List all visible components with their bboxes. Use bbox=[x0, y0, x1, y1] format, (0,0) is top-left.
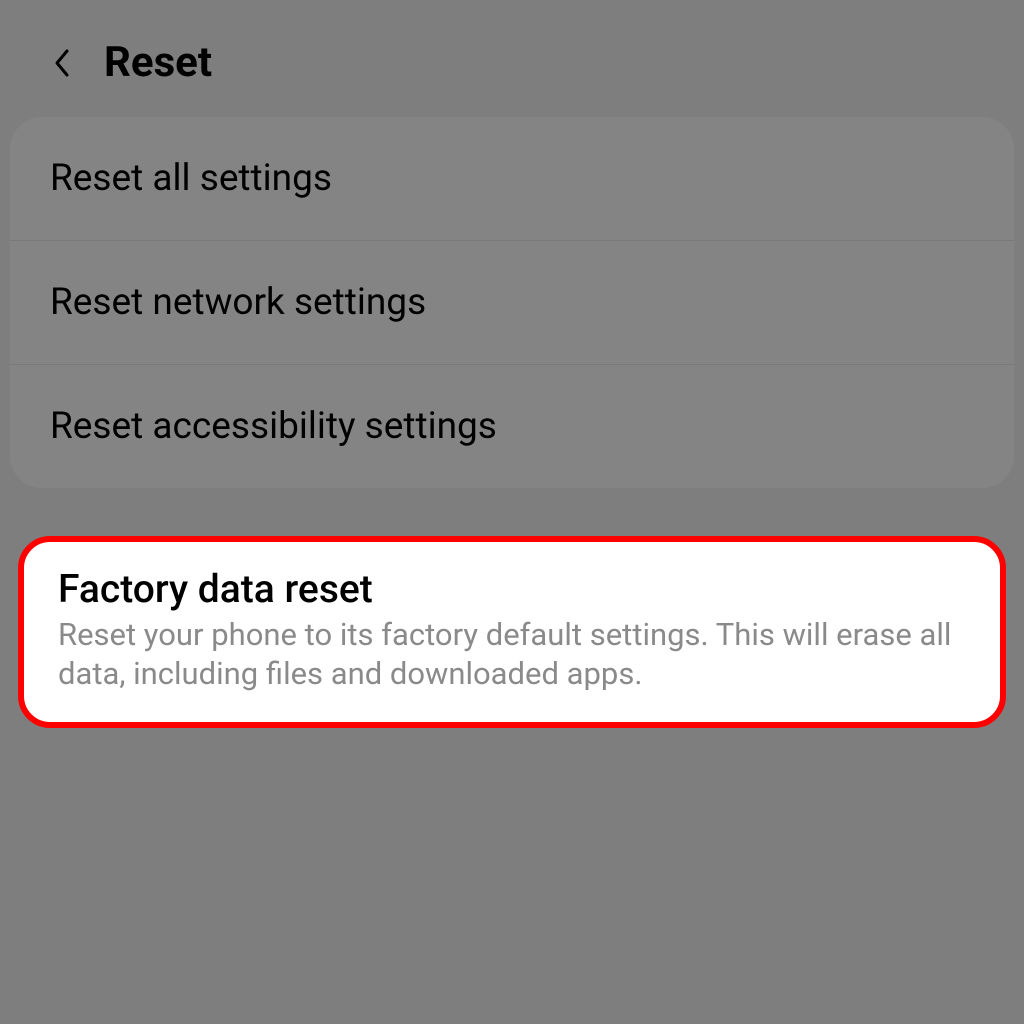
reset-all-settings-item[interactable]: Reset all settings bbox=[10, 117, 1014, 241]
list-item-label: Reset network settings bbox=[50, 281, 974, 324]
chevron-left-icon bbox=[53, 48, 71, 78]
factory-data-reset-item[interactable]: Factory data reset Reset your phone to i… bbox=[18, 536, 1006, 728]
reset-accessibility-settings-item[interactable]: Reset accessibility settings bbox=[10, 365, 1014, 488]
factory-reset-title: Factory data reset bbox=[58, 566, 966, 612]
reset-network-settings-item[interactable]: Reset network settings bbox=[10, 241, 1014, 365]
factory-reset-description: Reset your phone to its factory default … bbox=[58, 616, 966, 694]
header-bar: Reset bbox=[0, 0, 1024, 117]
list-item-label: Reset accessibility settings bbox=[50, 405, 974, 448]
list-item-label: Reset all settings bbox=[50, 157, 974, 200]
reset-options-group: Reset all settings Reset network setting… bbox=[10, 117, 1014, 488]
back-button[interactable] bbox=[50, 51, 74, 75]
page-title: Reset bbox=[104, 38, 212, 87]
